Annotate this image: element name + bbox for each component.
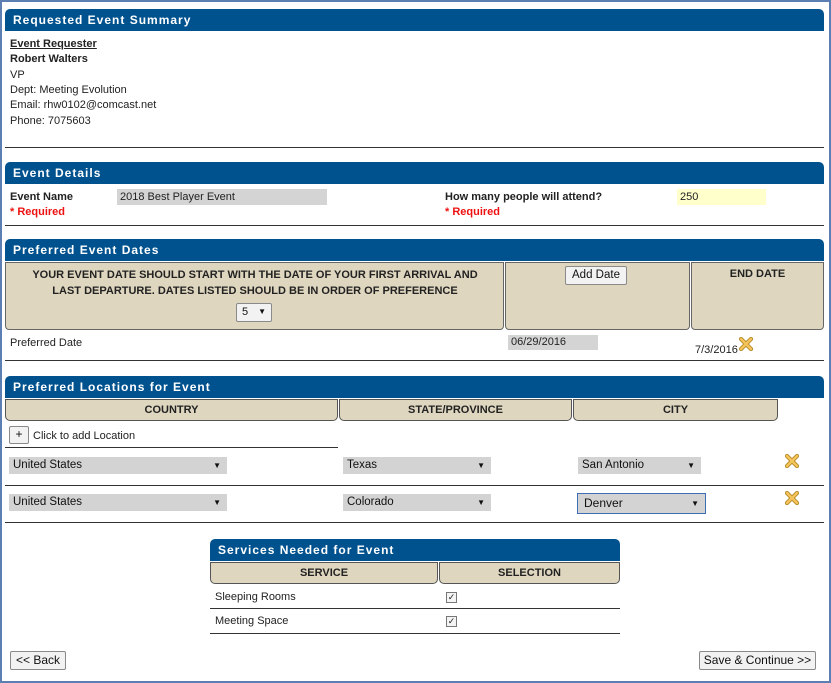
- divider: [5, 522, 824, 523]
- requester-name: Robert Walters: [10, 53, 88, 65]
- remove-date-icon[interactable]: [739, 337, 753, 351]
- services-section-header: Services Needed for Event: [210, 539, 620, 561]
- sleeping-rooms-checkbox[interactable]: ✓: [446, 592, 457, 603]
- event-name-label: Event Name: [10, 191, 73, 203]
- attend-label: How many people will attend?: [445, 191, 603, 203]
- dates-section-header: Preferred Event Dates: [5, 239, 824, 261]
- chevron-down-icon: ▼: [477, 498, 485, 507]
- chevron-down-icon: ▼: [258, 307, 266, 316]
- divider: [5, 225, 824, 226]
- requester-phone: Phone: 7075603: [10, 115, 91, 127]
- city-select-value: Denver: [584, 496, 623, 510]
- dates-section-title: Preferred Event Dates: [13, 243, 160, 257]
- summary-section-title: Requested Event Summary: [13, 13, 192, 27]
- divider: [210, 633, 620, 634]
- save-continue-button[interactable]: Save & Continue >>: [699, 651, 816, 670]
- meeting-space-checkbox[interactable]: ✓: [446, 616, 457, 627]
- country-select[interactable]: United States ▼: [9, 494, 227, 511]
- city-select[interactable]: San Antonio ▼: [578, 457, 701, 474]
- remove-location-icon[interactable]: [785, 454, 799, 468]
- details-section-header: Event Details: [5, 162, 824, 184]
- chevron-down-icon: ▼: [477, 461, 485, 470]
- attendees-input[interactable]: 250: [677, 189, 766, 205]
- event-name-input[interactable]: 2018 Best Player Event: [117, 189, 327, 205]
- chevron-down-icon: ▼: [213, 498, 221, 507]
- dates-instruction-text: YOUR EVENT DATE SHOULD START WITH THE DA…: [32, 269, 478, 297]
- state-select[interactable]: Texas ▼: [343, 457, 491, 474]
- back-button[interactable]: << Back: [10, 651, 66, 670]
- add-location-button[interactable]: +: [9, 426, 29, 444]
- add-date-cell: Add Date: [505, 262, 690, 330]
- service-name: Meeting Space: [215, 615, 289, 627]
- attend-required: * Required: [445, 206, 501, 218]
- country-select-value: United States: [13, 459, 83, 471]
- preferred-end-date: 7/3/2016: [695, 344, 738, 356]
- date-count-value: 5: [242, 306, 249, 318]
- chevron-down-icon: ▼: [213, 461, 221, 470]
- summary-section-header: Requested Event Summary: [5, 9, 824, 31]
- country-select-value: United States: [13, 496, 83, 508]
- event-requester-heading: Event Requester: [10, 38, 97, 50]
- chevron-down-icon: ▼: [687, 461, 695, 470]
- date-count-select[interactable]: 5 ▼: [236, 303, 272, 322]
- state-select-value: Texas: [347, 459, 378, 471]
- country-column-header: COUNTRY: [5, 399, 338, 421]
- requester-email: Email: rhw0102@comcast.net: [10, 99, 157, 111]
- state-column-header: STATE/PROVINCE: [339, 399, 572, 421]
- selection-column-header: SELECTION: [439, 562, 620, 584]
- details-section-title: Event Details: [13, 166, 102, 180]
- divider: [5, 447, 338, 448]
- end-date-header-cell: END DATE: [691, 262, 824, 330]
- end-date-header: END DATE: [729, 268, 786, 280]
- state-select-value: Colorado: [347, 496, 394, 508]
- divider: [5, 360, 824, 361]
- country-select[interactable]: United States ▼: [9, 457, 227, 474]
- divider: [5, 485, 824, 486]
- add-date-button[interactable]: Add Date: [565, 266, 627, 285]
- chevron-down-icon: ▼: [691, 499, 699, 508]
- service-name: Sleeping Rooms: [215, 591, 296, 603]
- preferred-start-date-input[interactable]: 06/29/2016: [508, 335, 598, 350]
- locations-section-title: Preferred Locations for Event: [13, 380, 211, 394]
- event-name-required: * Required: [10, 206, 66, 218]
- divider: [5, 147, 824, 148]
- city-column-header: CITY: [573, 399, 778, 421]
- add-location-label[interactable]: Click to add Location: [33, 430, 135, 442]
- city-select-value: San Antonio: [582, 459, 645, 471]
- service-column-header: SERVICE: [210, 562, 438, 584]
- services-section-title: Services Needed for Event: [218, 543, 395, 557]
- requester-dept: Dept: Meeting Evolution: [10, 84, 127, 96]
- divider: [210, 608, 620, 609]
- city-select[interactable]: Denver ▼: [577, 493, 706, 514]
- state-select[interactable]: Colorado ▼: [343, 494, 491, 511]
- requester-position: VP: [10, 69, 25, 81]
- locations-section-header: Preferred Locations for Event: [5, 376, 824, 398]
- dates-instruction-cell: YOUR EVENT DATE SHOULD START WITH THE DA…: [5, 262, 504, 330]
- preferred-date-label: Preferred Date: [10, 337, 83, 349]
- remove-location-icon[interactable]: [785, 491, 799, 505]
